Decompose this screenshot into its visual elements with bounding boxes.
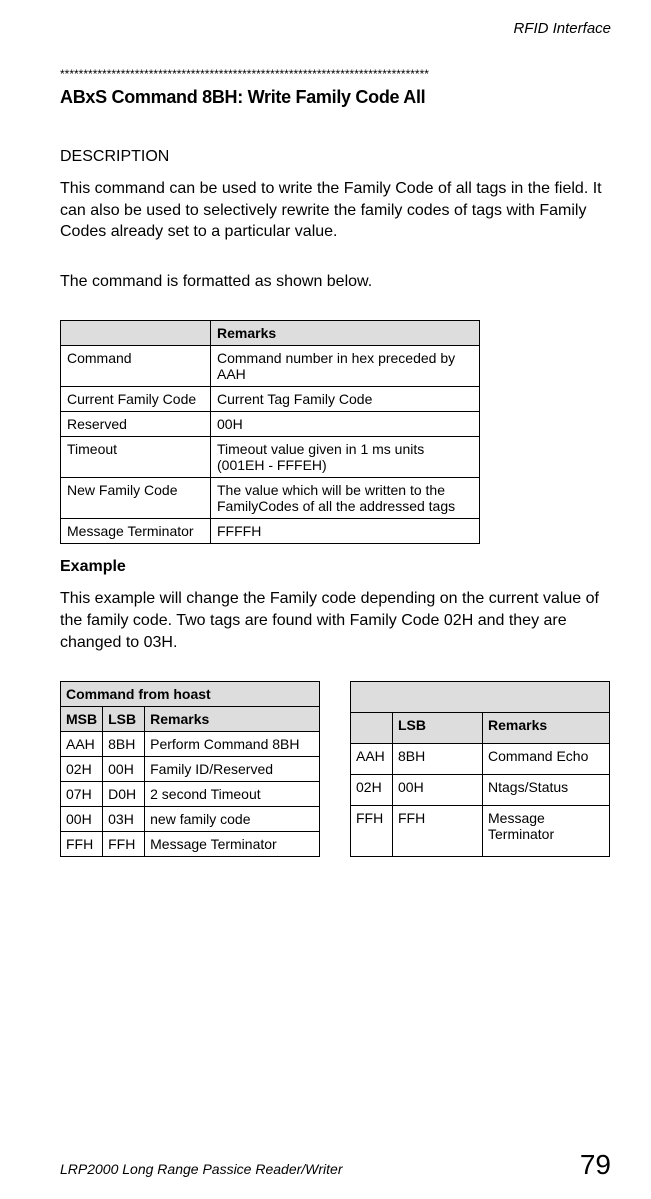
table-cell: Command number in hex preceded by AAH xyxy=(211,346,480,387)
table-cell: Message Terminator xyxy=(145,832,320,857)
table-cell: Timeout xyxy=(61,437,211,478)
table-cell: 00H xyxy=(61,807,103,832)
header-right: RFID Interface xyxy=(60,20,611,37)
description-heading: DESCRIPTION xyxy=(60,148,611,166)
format-intro: The command is formatted as shown below. xyxy=(60,271,611,293)
table-cell: FFH xyxy=(351,806,393,857)
table-cell: New Family Code xyxy=(61,478,211,519)
table-cell: Ntags/Status xyxy=(483,775,610,806)
resp-header-lsb: LSB xyxy=(393,713,483,744)
table-cell: AAH xyxy=(61,732,103,757)
page-title: ABxS Command 8BH: Write Family Code All xyxy=(60,87,611,108)
table-cell: 2 second Timeout xyxy=(145,782,320,807)
table-cell: FFH xyxy=(61,832,103,857)
table-cell: Perform Command 8BH xyxy=(145,732,320,757)
table-cell: FFFFH xyxy=(211,519,480,544)
table-cell: 00H xyxy=(211,412,480,437)
table-cell: Timeout value given in 1 ms units (001EH… xyxy=(211,437,480,478)
table-cell: Family ID/Reserved xyxy=(145,757,320,782)
table-cell: new family code xyxy=(145,807,320,832)
table-cell: FFH xyxy=(393,806,483,857)
footer-left: LRP2000 Long Range Passice Reader/Writer xyxy=(60,1161,343,1177)
table-cell: Command Echo xyxy=(483,744,610,775)
response-table: LSB Remarks AAH8BHCommand Echo 02H00HNta… xyxy=(350,681,610,857)
table-cell: 8BH xyxy=(103,732,145,757)
table-cell: 8BH xyxy=(393,744,483,775)
command-table-caption: Command from hoast xyxy=(61,682,320,707)
table-cell: Current Tag Family Code xyxy=(211,387,480,412)
table-cell: AAH xyxy=(351,744,393,775)
table-cell: Reserved xyxy=(61,412,211,437)
table-cell: The value which will be written to the F… xyxy=(211,478,480,519)
format-header-empty xyxy=(61,321,211,346)
table-cell: 02H xyxy=(61,757,103,782)
table-cell: 02H xyxy=(351,775,393,806)
table-cell: Current Family Code xyxy=(61,387,211,412)
example-heading: Example xyxy=(60,558,611,576)
response-table-caption xyxy=(351,682,610,713)
resp-header-remarks: Remarks xyxy=(483,713,610,744)
description-body: This command can be used to write the Fa… xyxy=(60,178,611,243)
page-number: 79 xyxy=(580,1149,611,1181)
cmd-header-msb: MSB xyxy=(61,707,103,732)
example-body: This example will change the Family code… xyxy=(60,588,611,653)
table-cell: 07H xyxy=(61,782,103,807)
table-cell: 00H xyxy=(103,757,145,782)
cmd-header-lsb: LSB xyxy=(103,707,145,732)
table-cell: D0H xyxy=(103,782,145,807)
resp-header-empty xyxy=(351,713,393,744)
star-divider: ****************************************… xyxy=(60,67,611,81)
command-table: Command from hoast MSB LSB Remarks AAH8B… xyxy=(60,681,320,857)
footer: LRP2000 Long Range Passice Reader/Writer… xyxy=(60,1149,611,1181)
table-cell: 03H xyxy=(103,807,145,832)
table-cell: 00H xyxy=(393,775,483,806)
table-cell: Message Terminator xyxy=(483,806,610,857)
table-cell: Message Terminator xyxy=(61,519,211,544)
format-header-remarks: Remarks xyxy=(211,321,480,346)
table-cell: FFH xyxy=(103,832,145,857)
cmd-header-remarks: Remarks xyxy=(145,707,320,732)
table-cell: Command xyxy=(61,346,211,387)
format-table: Remarks CommandCommand number in hex pre… xyxy=(60,320,480,544)
